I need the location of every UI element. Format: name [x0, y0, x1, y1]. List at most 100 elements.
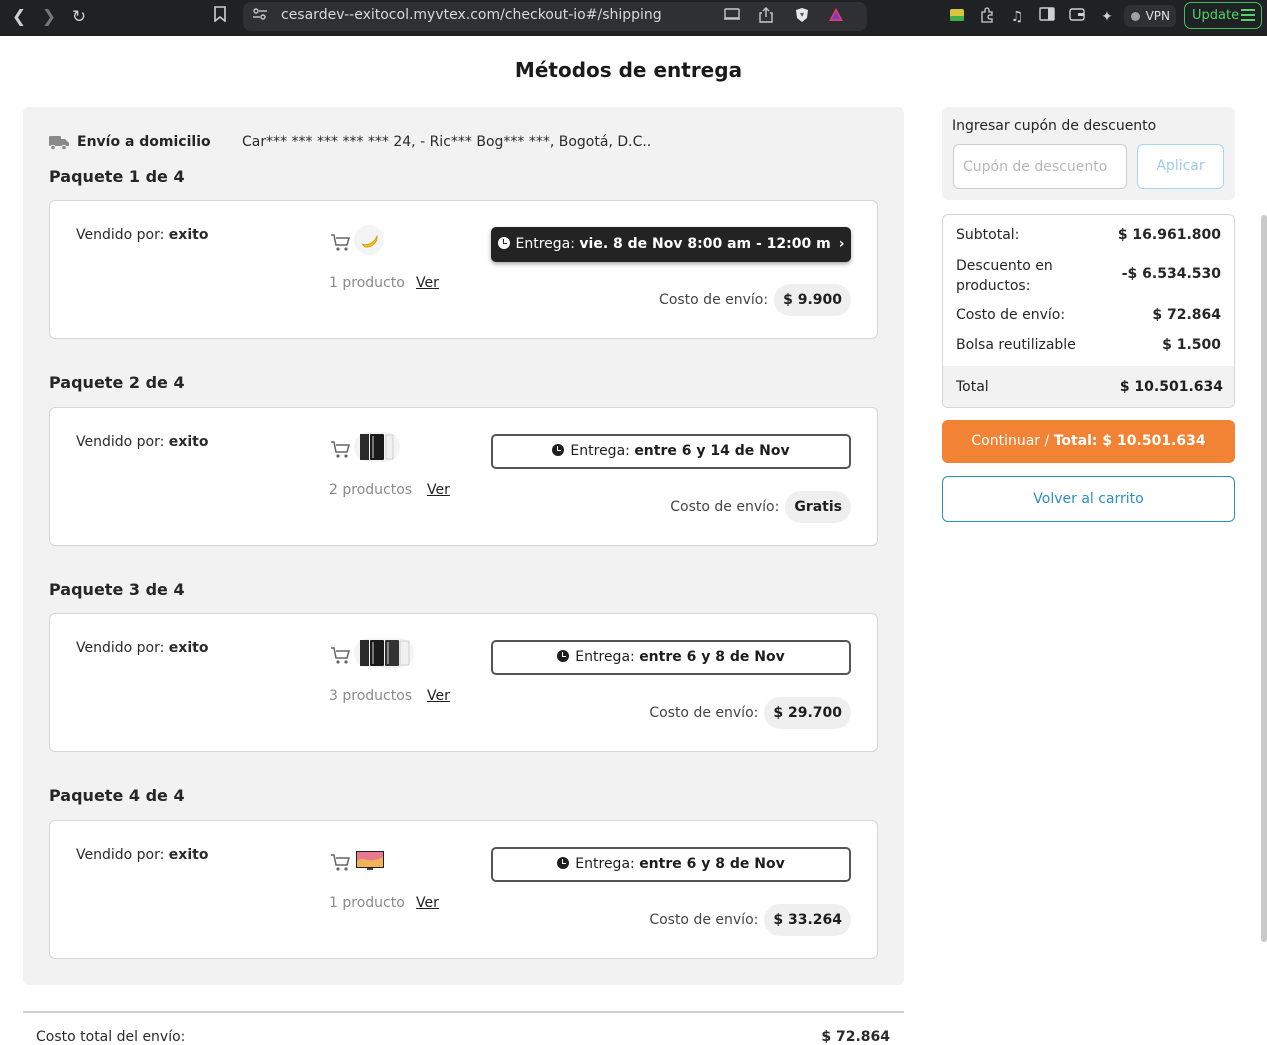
delivery-window-button[interactable]: Entrega: entre 6 y 14 de Nov [491, 434, 851, 469]
coupon-label: Ingresar cupón de descuento [952, 118, 1157, 134]
extension-color-icon[interactable] [947, 7, 967, 27]
page-scrollbar[interactable] [1261, 215, 1267, 942]
delivery-window: entre 6 y 8 de Nov [639, 856, 785, 872]
delivery-window: entre 6 y 8 de Nov [639, 649, 785, 665]
chevron-right-icon: › [838, 236, 845, 252]
subtotal-value: $ 16.961.800 [1117, 227, 1221, 243]
seller-name: exito [168, 847, 209, 863]
cart-icon [331, 854, 350, 871]
browser-toolbar: ❮ ❯ ↻ cesardev--exitocol.myvtex.com/chec… [0, 0, 1267, 36]
shipping-cost-label: Costo de envío: [659, 292, 769, 308]
shipping-cost: Costo de envío: $ 29.700 [649, 697, 851, 729]
delivery-window: vie. 8 de Nov 8:00 am - 12:00 m [579, 236, 831, 252]
address-bar[interactable]: cesardev--exitocol.myvtex.com/checkout-i… [243, 2, 867, 31]
apply-coupon-button[interactable]: Aplicar [1137, 144, 1224, 189]
share-icon[interactable] [757, 7, 775, 25]
seller-name: exito [168, 434, 209, 450]
continue-label: Continuar / [971, 433, 1054, 449]
coupon-section: Ingresar cupón de descuento Aplicar [942, 107, 1235, 200]
music-note-icon[interactable]: ♫ [1007, 7, 1027, 27]
continue-total: Total: $ 10.501.634 [1053, 433, 1206, 449]
shipping-cost-label: Costo de envío: [649, 705, 759, 721]
package-title: Paquete 3 de 4 [49, 580, 185, 599]
truck-icon [49, 136, 69, 150]
package-card: Vendido por: exito 2 productos Ver Entre… [49, 407, 878, 546]
vpn-button[interactable]: VPN [1124, 5, 1176, 27]
sidebar-icon[interactable] [1037, 7, 1057, 27]
delivery-prefix: Entrega: [515, 236, 580, 252]
view-products-link[interactable]: Ver [416, 895, 439, 911]
total-shipping-row: Costo total del envío: $ 72.864 [23, 1011, 904, 1045]
total-value: $ 10.501.634 [1119, 379, 1223, 395]
product-count: 1 producto [329, 895, 405, 911]
shipping-cost-value: Gratis [785, 491, 851, 523]
shipping-cost-value: $ 9.900 [774, 284, 851, 316]
back-arrow-icon[interactable]: ❮ [8, 6, 30, 28]
vpn-label: VPN [1145, 9, 1170, 23]
delivery-address: Car*** *** *** *** *** 24, - Ric*** Bog*… [242, 134, 652, 150]
product-count: 3 productos [329, 688, 413, 704]
forward-arrow-icon[interactable]: ❯ [38, 6, 60, 28]
delivery-window-button[interactable]: Entrega: entre 6 y 8 de Nov [491, 640, 851, 675]
delivery-window-button[interactable]: Entrega: entre 6 y 8 de Nov [491, 847, 851, 882]
extensions-puzzle-icon[interactable] [977, 7, 997, 27]
coupon-input[interactable] [953, 144, 1127, 189]
discount-value: -$ 6.534.530 [1121, 266, 1221, 282]
cart-icon [331, 647, 350, 664]
shipping-cost: Costo de envío: $ 9.900 [659, 284, 851, 316]
view-products-link[interactable]: Ver [427, 688, 450, 704]
bookmark-icon[interactable] [209, 6, 231, 28]
shipping-cost: Costo de envío: $ 33.264 [649, 904, 851, 936]
cast-icon[interactable] [723, 7, 741, 25]
clock-icon [497, 237, 510, 249]
subtotal-label: Subtotal: [956, 227, 1020, 243]
package-card: Vendido por: exito 1 producto Ver Entreg… [49, 200, 878, 339]
clock-icon [557, 650, 570, 662]
seller-prefix: Vendido por: [76, 640, 169, 656]
shipping-cost: Costo de envío: Gratis [670, 491, 851, 523]
product-thumbnail-tv [354, 845, 386, 875]
seller-prefix: Vendido por: [76, 227, 169, 243]
seller-prefix: Vendido por: [76, 434, 169, 450]
order-summary: Subtotal: $ 16.961.800 Descuento en prod… [942, 214, 1235, 408]
site-settings-icon[interactable] [251, 7, 269, 25]
wallet-icon[interactable] [1067, 7, 1087, 27]
seller-info: Vendido por: exito [76, 847, 208, 863]
reload-icon[interactable]: ↻ [68, 6, 90, 28]
clock-icon [557, 857, 570, 869]
product-thumbnail-fridge [354, 432, 400, 462]
brave-rewards-icon[interactable] [827, 7, 845, 25]
shipping-cost-label: Costo de envío: [670, 499, 780, 515]
leo-ai-icon[interactable]: ✦ [1097, 7, 1117, 27]
total-label: Total [956, 379, 989, 395]
package-title: Paquete 2 de 4 [49, 373, 185, 392]
product-count: 1 producto [329, 275, 405, 291]
total-shipping-label: Costo total del envío: [36, 1029, 186, 1045]
product-count: 2 productos [329, 482, 413, 498]
product-thumbnail-appliances [354, 638, 414, 668]
cart-icon [331, 441, 350, 458]
continue-button[interactable]: Continuar / Total: $ 10.501.634 [942, 420, 1235, 463]
back-to-cart-button[interactable]: Volver al carrito [942, 476, 1235, 522]
view-products-link[interactable]: Ver [427, 482, 450, 498]
view-products-link[interactable]: Ver [416, 275, 439, 291]
page-title: Métodos de entrega [514, 58, 743, 82]
delivery-method-label: Envío a domicilio [77, 134, 211, 150]
update-button[interactable]: Update [1184, 2, 1262, 29]
shipping-cost-value: $ 29.700 [764, 697, 851, 729]
brave-shield-icon[interactable] [793, 7, 811, 25]
clock-icon [552, 444, 565, 456]
vpn-status-icon [1131, 12, 1140, 21]
update-label: Update [1192, 8, 1240, 23]
product-thumbnail-banana [354, 225, 384, 255]
shipping-packages-panel: Envío a domicilio Car*** *** *** *** ***… [23, 107, 904, 985]
delivery-window-button[interactable]: Entrega: vie. 8 de Nov 8:00 am - 12:00 m… [491, 227, 851, 262]
summary-row-subtotal: Subtotal: $ 16.961.800 [956, 227, 1221, 247]
summary-row-bag: Bolsa reutilizable $ 1.500 [956, 337, 1221, 357]
url-text[interactable]: cesardev--exitocol.myvtex.com/checkout-i… [281, 7, 662, 23]
seller-info: Vendido por: exito [76, 434, 208, 450]
summary-row-discount: Descuento en productos: -$ 6.534.530 [956, 256, 1221, 296]
package-card: Vendido por: exito 3 productos Ver Entre… [49, 613, 878, 752]
menu-icon [1241, 9, 1255, 21]
package-title: Paquete 1 de 4 [49, 167, 185, 186]
